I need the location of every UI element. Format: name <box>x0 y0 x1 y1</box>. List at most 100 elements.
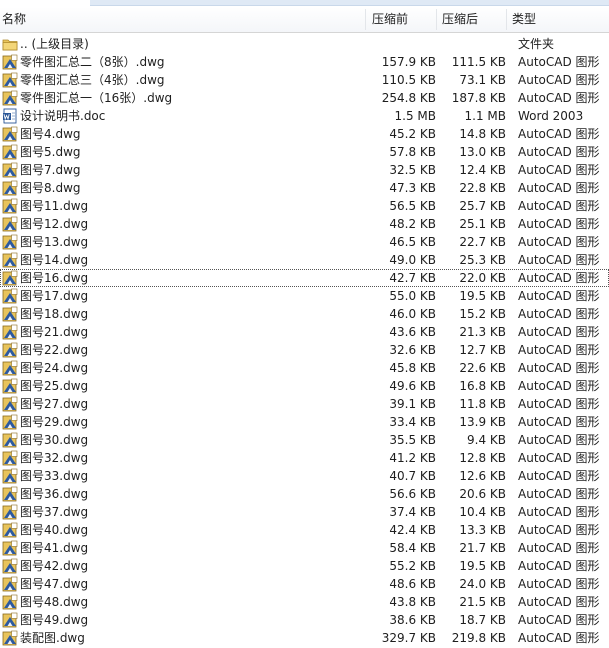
size-after: 20.6 KB <box>459 487 506 501</box>
column-divider[interactable] <box>436 9 437 30</box>
size-after: 9.4 KB <box>467 433 506 447</box>
file-row[interactable]: 图号16.dwg 42.7 KB 22.0 KB AutoCAD 图形 <box>0 269 609 287</box>
file-type: AutoCAD 图形 <box>518 487 600 501</box>
file-row[interactable]: 图号25.dwg 49.6 KB 16.8 KB AutoCAD 图形 <box>0 377 609 395</box>
file-row[interactable]: 图号5.dwg 57.8 KB 13.0 KB AutoCAD 图形 <box>0 143 609 161</box>
size-after: 21.7 KB <box>459 541 506 555</box>
column-header-size-before[interactable]: 压缩前 <box>370 7 436 32</box>
file-row[interactable]: 图号30.dwg 35.5 KB 9.4 KB AutoCAD 图形 <box>0 431 609 449</box>
size-before: 57.8 KB <box>389 145 436 159</box>
file-name: 图号4.dwg <box>20 127 81 141</box>
file-row[interactable]: 图号41.dwg 58.4 KB 21.7 KB AutoCAD 图形 <box>0 539 609 557</box>
file-row[interactable]: 图号7.dwg 32.5 KB 12.4 KB AutoCAD 图形 <box>0 161 609 179</box>
file-row[interactable]: 图号33.dwg 40.7 KB 12.6 KB AutoCAD 图形 <box>0 467 609 485</box>
file-type: AutoCAD 图形 <box>518 253 600 267</box>
size-after: 12.4 KB <box>459 163 506 177</box>
file-name: 图号27.dwg <box>20 397 89 411</box>
size-after: 22.7 KB <box>459 235 506 249</box>
file-name: 图号16.dwg <box>20 271 89 285</box>
file-row[interactable]: 图号11.dwg 56.5 KB 25.7 KB AutoCAD 图形 <box>0 197 609 215</box>
file-row[interactable]: 图号27.dwg 39.1 KB 11.8 KB AutoCAD 图形 <box>0 395 609 413</box>
file-row[interactable]: 图号12.dwg 48.2 KB 25.1 KB AutoCAD 图形 <box>0 215 609 233</box>
file-row[interactable]: 图号47.dwg 48.6 KB 24.0 KB AutoCAD 图形 <box>0 575 609 593</box>
size-before: 45.2 KB <box>389 127 436 141</box>
size-after: 219.8 KB <box>451 631 506 645</box>
file-type: AutoCAD 图形 <box>518 595 600 609</box>
file-row[interactable]: 图号13.dwg 46.5 KB 22.7 KB AutoCAD 图形 <box>0 233 609 251</box>
file-row[interactable]: 图号29.dwg 33.4 KB 13.9 KB AutoCAD 图形 <box>0 413 609 431</box>
file-row[interactable]: 图号36.dwg 56.6 KB 20.6 KB AutoCAD 图形 <box>0 485 609 503</box>
file-list: .. (上级目录) 文件夹 零件图汇总二（8张）.dwg 157.9 KB 111.5 … <box>0 35 609 647</box>
file-row[interactable]: 图号18.dwg 46.0 KB 15.2 KB AutoCAD 图形 <box>0 305 609 323</box>
size-before: 39.1 KB <box>389 397 436 411</box>
file-row[interactable]: 装配图.dwg 329.7 KB 219.8 KB AutoCAD 图形 <box>0 629 609 647</box>
file-row[interactable]: 图号17.dwg 55.0 KB 19.5 KB AutoCAD 图形 <box>0 287 609 305</box>
size-after: 10.4 KB <box>459 505 506 519</box>
column-divider[interactable] <box>365 9 366 30</box>
size-after: 15.2 KB <box>459 307 506 321</box>
file-row[interactable]: 图号24.dwg 45.8 KB 22.6 KB AutoCAD 图形 <box>0 359 609 377</box>
size-before: 48.2 KB <box>389 217 436 231</box>
file-row[interactable]: 图号40.dwg 42.4 KB 13.3 KB AutoCAD 图形 <box>0 521 609 539</box>
size-before: 45.8 KB <box>389 361 436 375</box>
file-name: 图号18.dwg <box>20 307 89 321</box>
file-row[interactable]: 图号37.dwg 37.4 KB 10.4 KB AutoCAD 图形 <box>0 503 609 521</box>
file-type: AutoCAD 图形 <box>518 307 600 321</box>
file-type: AutoCAD 图形 <box>518 55 600 69</box>
column-header-name[interactable]: 名称 <box>0 7 365 32</box>
file-type: AutoCAD 图形 <box>518 235 600 249</box>
size-before: 329.7 KB <box>381 631 436 645</box>
file-type: AutoCAD 图形 <box>518 163 600 177</box>
column-header-size-after[interactable]: 压缩后 <box>440 7 506 32</box>
size-after: 22.8 KB <box>459 181 506 195</box>
file-row[interactable]: 零件图汇总一（16张）.dwg 254.8 KB 187.8 KB AutoCAD 图… <box>0 89 609 107</box>
column-divider[interactable] <box>506 9 507 30</box>
file-type: AutoCAD 图形 <box>518 505 600 519</box>
file-type: AutoCAD 图形 <box>518 91 600 105</box>
size-before: 49.6 KB <box>389 379 436 393</box>
file-row[interactable]: 图号49.dwg 38.6 KB 18.7 KB AutoCAD 图形 <box>0 611 609 629</box>
size-before: 35.5 KB <box>389 433 436 447</box>
file-row[interactable]: 图号8.dwg 47.3 KB 22.8 KB AutoCAD 图形 <box>0 179 609 197</box>
size-before: 157.9 KB <box>381 55 436 69</box>
size-after: 12.6 KB <box>459 469 506 483</box>
size-before: 32.5 KB <box>389 163 436 177</box>
size-after: 187.8 KB <box>451 91 506 105</box>
file-row[interactable]: 图号42.dwg 55.2 KB 19.5 KB AutoCAD 图形 <box>0 557 609 575</box>
file-row[interactable]: 设计说明书.doc 1.5 MB 1.1 MB Word 2003 <box>0 107 609 125</box>
file-type: AutoCAD 图形 <box>518 577 600 591</box>
file-name: 图号22.dwg <box>20 343 89 357</box>
file-name: 图号30.dwg <box>20 433 89 447</box>
size-after: 21.3 KB <box>459 325 506 339</box>
file-name: 图号41.dwg <box>20 541 89 555</box>
file-row[interactable]: 图号22.dwg 32.6 KB 12.7 KB AutoCAD 图形 <box>0 341 609 359</box>
size-before: 32.6 KB <box>389 343 436 357</box>
file-name: 图号13.dwg <box>20 235 89 249</box>
file-name: 图号42.dwg <box>20 559 89 573</box>
file-type: AutoCAD 图形 <box>518 613 600 627</box>
size-before: 56.6 KB <box>389 487 436 501</box>
column-header-type[interactable]: 类型 <box>510 7 609 32</box>
file-row[interactable]: 零件图汇总二（8张）.dwg 157.9 KB 111.5 KB AutoCAD 图形 <box>0 53 609 71</box>
size-after: 14.8 KB <box>459 127 506 141</box>
size-after: 73.1 KB <box>459 73 506 87</box>
file-row[interactable]: 零件图汇总三（4张）.dwg 110.5 KB 73.1 KB AutoCAD 图形 <box>0 71 609 89</box>
file-type: AutoCAD 图形 <box>518 73 600 87</box>
file-row[interactable]: 图号48.dwg 43.8 KB 21.5 KB AutoCAD 图形 <box>0 593 609 611</box>
file-name: 图号11.dwg <box>20 199 89 213</box>
file-name: 图号49.dwg <box>20 613 89 627</box>
file-row[interactable]: 图号14.dwg 49.0 KB 25.3 KB AutoCAD 图形 <box>0 251 609 269</box>
file-row[interactable]: 图号4.dwg 45.2 KB 14.8 KB AutoCAD 图形 <box>0 125 609 143</box>
file-name: 图号5.dwg <box>20 145 81 159</box>
file-row[interactable]: 图号32.dwg 41.2 KB 12.8 KB AutoCAD 图形 <box>0 449 609 467</box>
file-name: 图号40.dwg <box>20 523 89 537</box>
size-before: 55.2 KB <box>389 559 436 573</box>
size-before: 1.5 MB <box>394 109 436 123</box>
size-after: 25.3 KB <box>459 253 506 267</box>
size-before: 46.0 KB <box>389 307 436 321</box>
top-scroll-area <box>90 0 609 6</box>
file-row[interactable]: .. (上级目录) 文件夹 <box>0 35 609 53</box>
file-row[interactable]: 图号21.dwg 43.6 KB 21.3 KB AutoCAD 图形 <box>0 323 609 341</box>
file-type: AutoCAD 图形 <box>518 145 600 159</box>
file-type: AutoCAD 图形 <box>518 469 600 483</box>
